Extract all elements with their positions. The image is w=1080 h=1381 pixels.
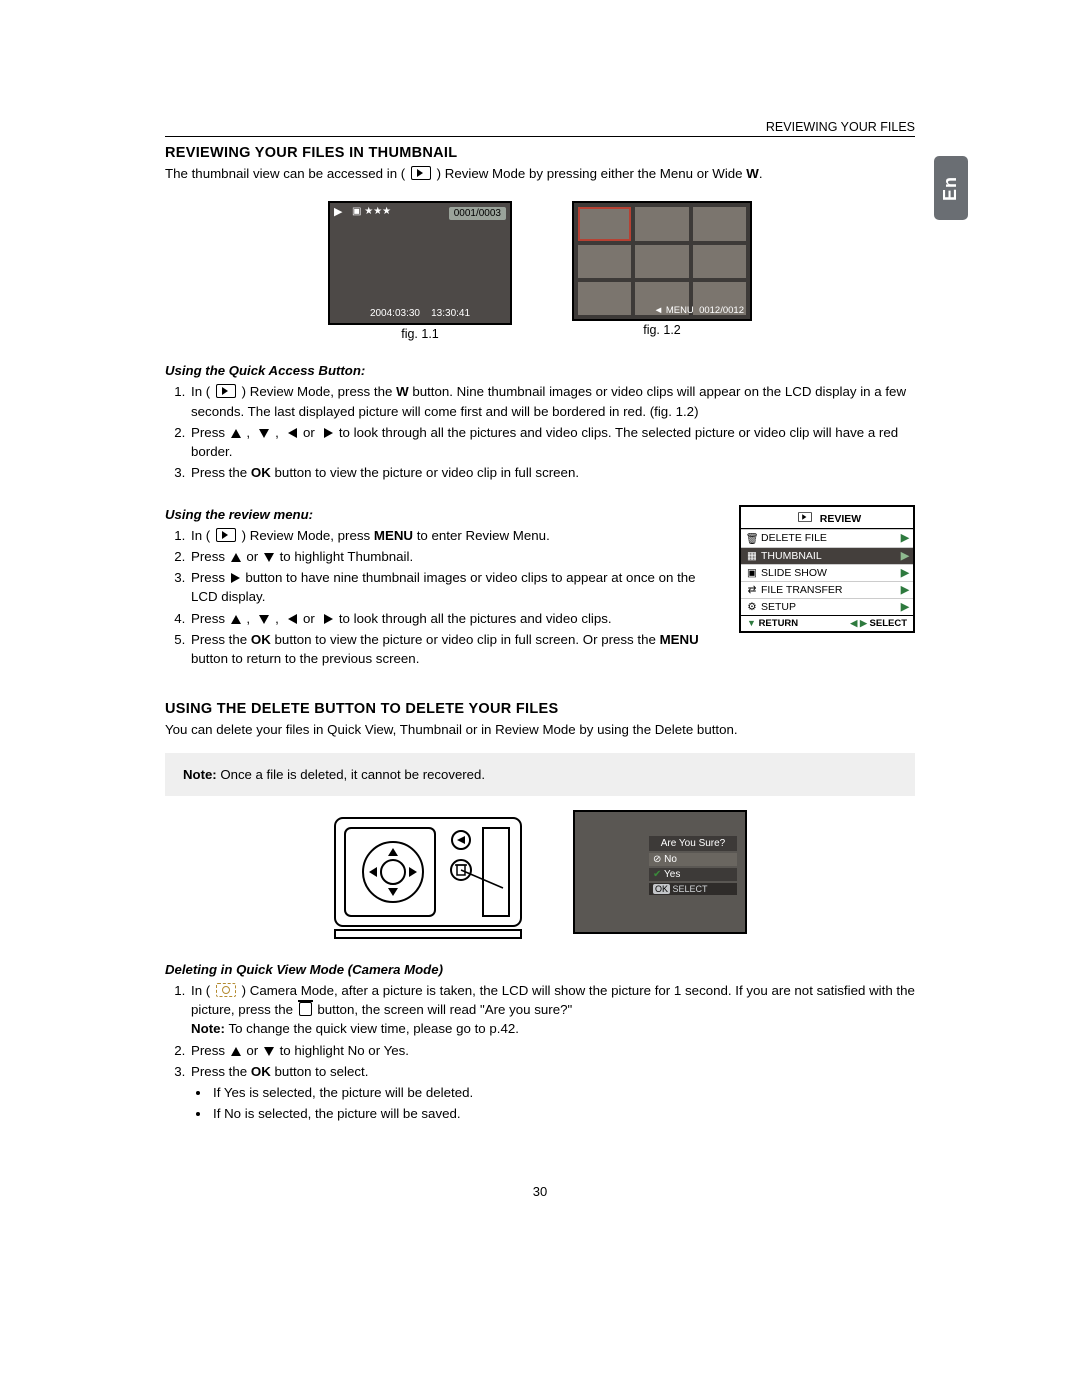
chevron-right-icon: ▶ <box>901 584 909 596</box>
triangle-right-icon <box>231 573 240 583</box>
play-rect-icon <box>411 166 431 180</box>
play-icon: ▶ <box>334 205 342 218</box>
section2-title: USING THE DELETE BUTTON TO DELETE YOUR F… <box>165 701 915 717</box>
language-tab: En <box>934 156 968 220</box>
camera-back-illustration <box>333 810 523 940</box>
triangle-up-icon <box>231 615 241 624</box>
grid-icon: ▦ <box>745 550 759 562</box>
delete-confirm-lcd: Are You Sure? ⊘ No ✔ Yes OK SELECT <box>573 810 747 934</box>
triangle-down-icon <box>264 1047 274 1056</box>
stars-icon: ▣ ★★★ <box>352 206 391 217</box>
fig11-date: 2004:03:30 <box>370 308 420 319</box>
quick-step-1: In ( ) Review Mode, press the W button. … <box>189 382 915 421</box>
t: The thumbnail view can be accessed in ( <box>165 166 409 181</box>
play-rect-icon <box>216 384 236 398</box>
triangle-down-icon <box>264 553 274 562</box>
chevron-right-icon: ▶ <box>901 601 909 613</box>
fig11-time: 13:30:41 <box>431 308 470 319</box>
quick-step-3: Press the OK button to view the picture … <box>189 463 915 482</box>
slideshow-icon: ▣ <box>745 567 759 579</box>
t: . <box>759 166 763 181</box>
review-heading: Using the review menu: <box>165 507 723 522</box>
popup-yes: ✔ Yes <box>649 868 737 881</box>
review-step-5: Press the OK button to view the picture … <box>189 630 723 669</box>
trash-icon <box>299 1002 312 1016</box>
delete-step-2: Press or to highlight No or Yes. <box>189 1041 915 1060</box>
bullet-yes: If Yes is selected, the picture will be … <box>211 1083 915 1102</box>
triangle-left-icon: ◀ <box>850 618 857 628</box>
chevron-right-icon: ▶ <box>901 567 909 579</box>
popup-select: OK SELECT <box>649 883 737 895</box>
note-label: Note: <box>183 767 217 782</box>
delete-heading: Deleting in Quick View Mode (Camera Mode… <box>165 962 915 977</box>
fig-1-1-lcd: ▶ ▣ ★★★ 0001/0003 2004:03:30 13:30:41 <box>328 201 512 325</box>
triangle-left-icon <box>288 428 297 438</box>
quick-step-2: Press , , or to look through all the pic… <box>189 423 915 462</box>
review-step-4: Press , , or to look through all the pic… <box>189 609 723 628</box>
page-number: 30 <box>165 1184 915 1199</box>
popup-no: ⊘ No <box>649 853 737 866</box>
popup-question: Are You Sure? <box>649 836 737 851</box>
note-body: Once a file is deleted, it cannot be rec… <box>217 767 485 782</box>
review-menu-box: REVIEW 🗑DELETE FILE▶ ▦THUMBNAIL▶ ▣SLIDE … <box>739 505 915 633</box>
delete-step-3: Press the OK button to select. If Yes is… <box>189 1062 915 1124</box>
bullet-no: If No is selected, the picture will be s… <box>211 1104 915 1123</box>
triangle-right-icon <box>324 428 333 438</box>
triangle-up-icon <box>231 553 241 562</box>
play-rect-icon <box>798 512 812 522</box>
fig11-counter: 0001/0003 <box>449 207 506 220</box>
trash-icon: 🗑 <box>745 532 759 545</box>
section2-intro: You can delete your files in Quick View,… <box>165 721 915 739</box>
delete-step-1: In ( ) Camera Mode, after a picture is t… <box>189 981 915 1039</box>
fig11-caption: fig. 1.1 <box>328 327 512 341</box>
review-step-3: Press button to have nine thumbnail imag… <box>189 568 723 607</box>
triangle-down-icon: ▼ <box>747 618 756 628</box>
triangle-right-icon <box>324 614 333 624</box>
header-rule <box>165 136 915 137</box>
setup-icon: ⚙ <box>745 601 759 613</box>
transfer-icon: ⇄ <box>745 584 759 596</box>
review-step-1: In ( ) Review Mode, press MENU to enter … <box>189 526 723 545</box>
note-box: Note: Once a file is deleted, it cannot … <box>165 753 915 796</box>
fig-1-2-lcd: ◄ MENU 0012/0012 <box>572 201 752 321</box>
triangle-up-icon <box>231 1047 241 1056</box>
t: ) Review Mode by pressing either the Men… <box>437 166 747 181</box>
triangle-up-icon <box>231 429 241 438</box>
fig12-menu: MENU <box>666 305 694 316</box>
t: W <box>746 166 759 181</box>
triangle-down-icon <box>259 429 269 438</box>
chevron-right-icon: ▶ <box>901 550 909 562</box>
triangle-down-icon <box>259 615 269 624</box>
play-rect-icon <box>216 528 236 542</box>
header-breadcrumb: REVIEWING YOUR FILES <box>165 120 915 134</box>
fig12-counter: 0012/0012 <box>699 305 744 316</box>
quick-heading: Using the Quick Access Button: <box>165 363 915 378</box>
camera-icon <box>216 983 236 997</box>
review-step-2: Press or to highlight Thumbnail. <box>189 547 723 566</box>
section1-intro: The thumbnail view can be accessed in ( … <box>165 165 915 183</box>
language-tab-label: En <box>940 175 961 200</box>
section1-title: REVIEWING YOUR FILES IN THUMBNAIL <box>165 145 915 161</box>
triangle-right-icon: ▶ <box>860 618 867 628</box>
triangle-left-icon <box>288 614 297 624</box>
fig12-caption: fig. 1.2 <box>572 323 752 337</box>
chevron-right-icon: ▶ <box>901 532 909 544</box>
